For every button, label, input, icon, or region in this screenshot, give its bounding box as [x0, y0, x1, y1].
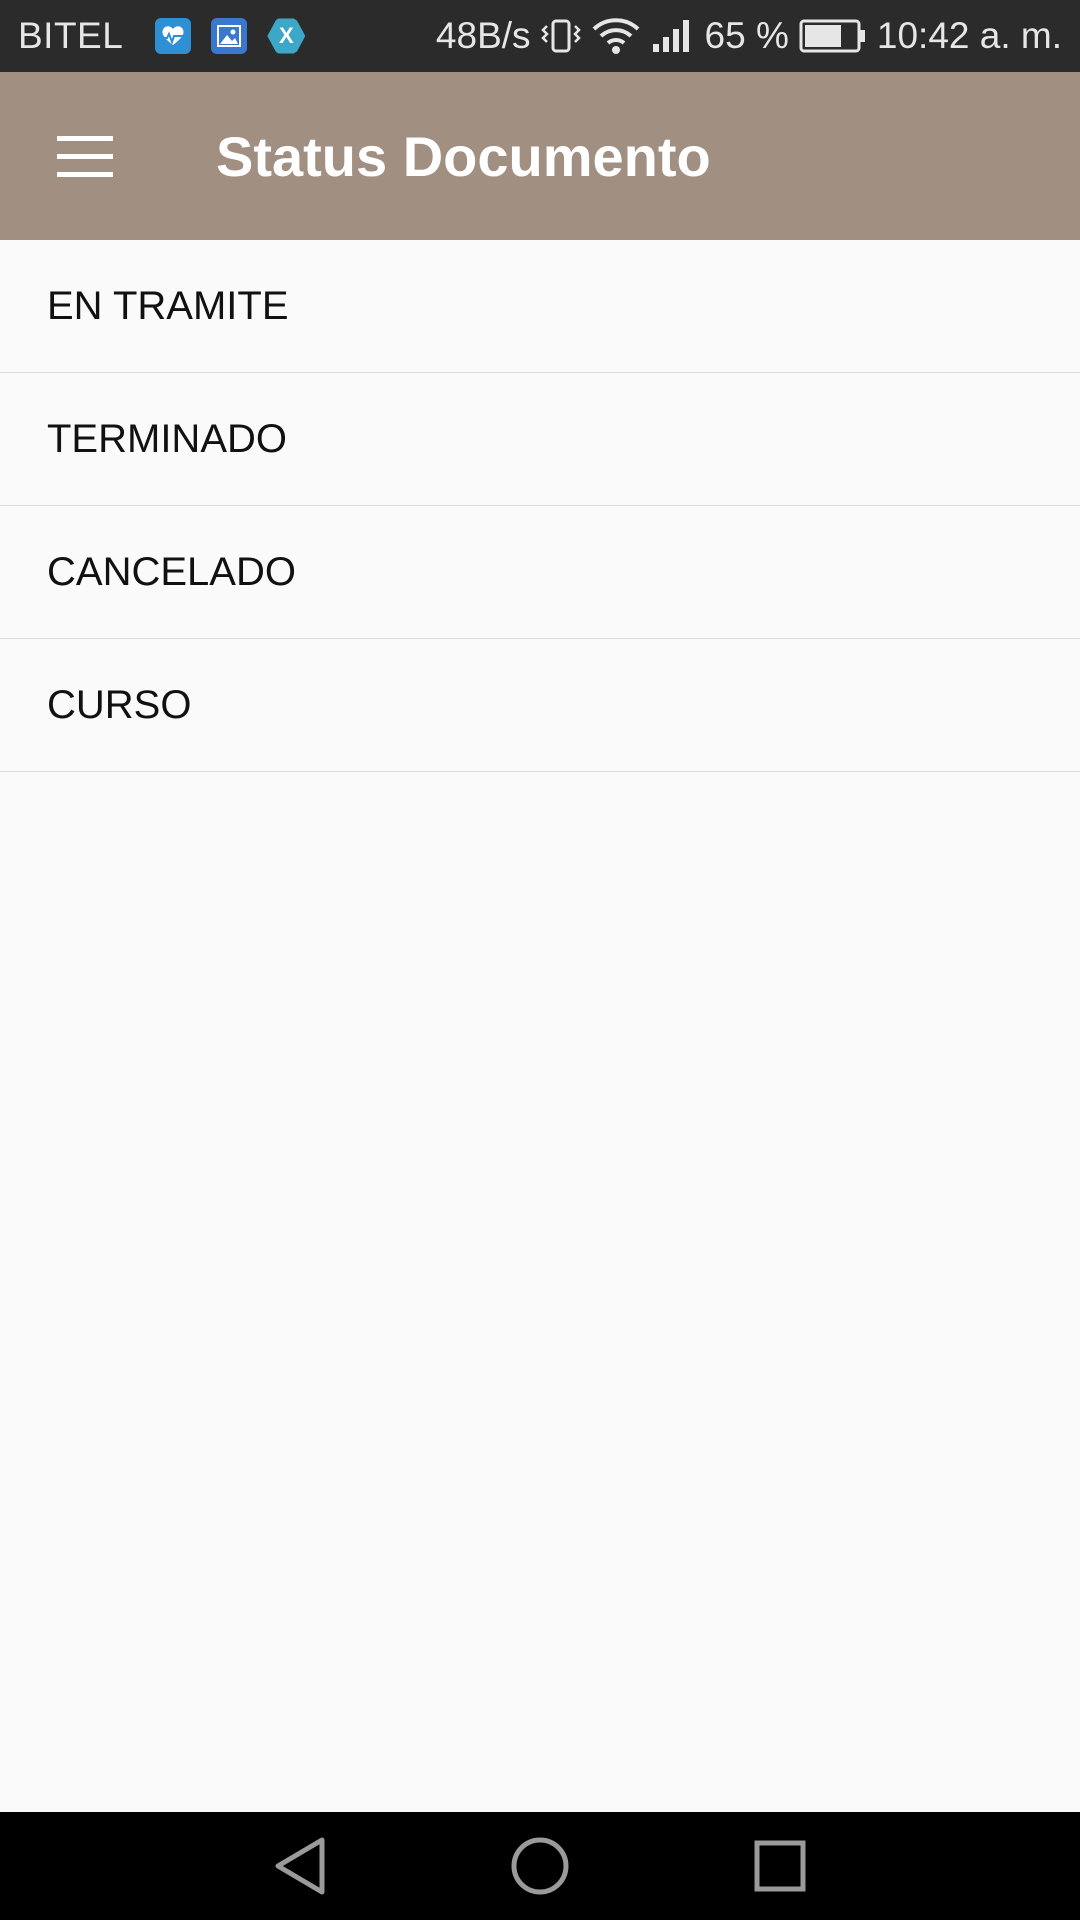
- list-item-label: EN TRAMITE: [47, 283, 289, 328]
- carrier-name: BITEL: [18, 15, 124, 56]
- signal-icon: [651, 18, 695, 54]
- health-app-icon: [155, 18, 192, 54]
- gallery-icon: [211, 18, 248, 54]
- list-item-label: CURSO: [47, 682, 192, 727]
- home-button[interactable]: [495, 1821, 585, 1911]
- battery-icon: [799, 18, 867, 54]
- list-item-en-tramite[interactable]: EN TRAMITE: [0, 240, 1080, 373]
- recents-button[interactable]: [735, 1821, 825, 1911]
- wifi-icon: [591, 17, 641, 55]
- status-left: BITEL X: [18, 15, 306, 57]
- hamburger-icon: [57, 136, 113, 177]
- list-item-label: TERMINADO: [47, 416, 287, 461]
- navigation-bar: [0, 1812, 1080, 1920]
- status-list: EN TRAMITE TERMINADO CANCELADO CURSO: [0, 240, 1080, 772]
- clock: 10:42 a. m.: [876, 15, 1062, 56]
- back-button[interactable]: [255, 1821, 345, 1911]
- menu-button[interactable]: [0, 72, 170, 240]
- network-speed: 48B/s: [435, 15, 531, 56]
- app-bar: Status Documento: [0, 72, 1080, 240]
- page-title: Status Documento: [216, 124, 711, 188]
- list-item-cancelado[interactable]: CANCELADO: [0, 506, 1080, 639]
- list-item-terminado[interactable]: TERMINADO: [0, 373, 1080, 506]
- home-icon: [511, 1837, 569, 1895]
- back-icon: [275, 1837, 325, 1895]
- status-right: 48B/s 65 % 10:42 a. m.: [436, 15, 1062, 57]
- battery-percent: 65 %: [704, 15, 789, 56]
- status-bar: BITEL X 48B/s 65 % 10:42 a. m.: [0, 0, 1080, 72]
- vibrate-icon: [540, 18, 581, 54]
- list-item-curso[interactable]: CURSO: [0, 639, 1080, 772]
- list-item-label: CANCELADO: [47, 549, 296, 594]
- recents-icon: [754, 1840, 806, 1892]
- xamarin-icon: X: [267, 18, 306, 54]
